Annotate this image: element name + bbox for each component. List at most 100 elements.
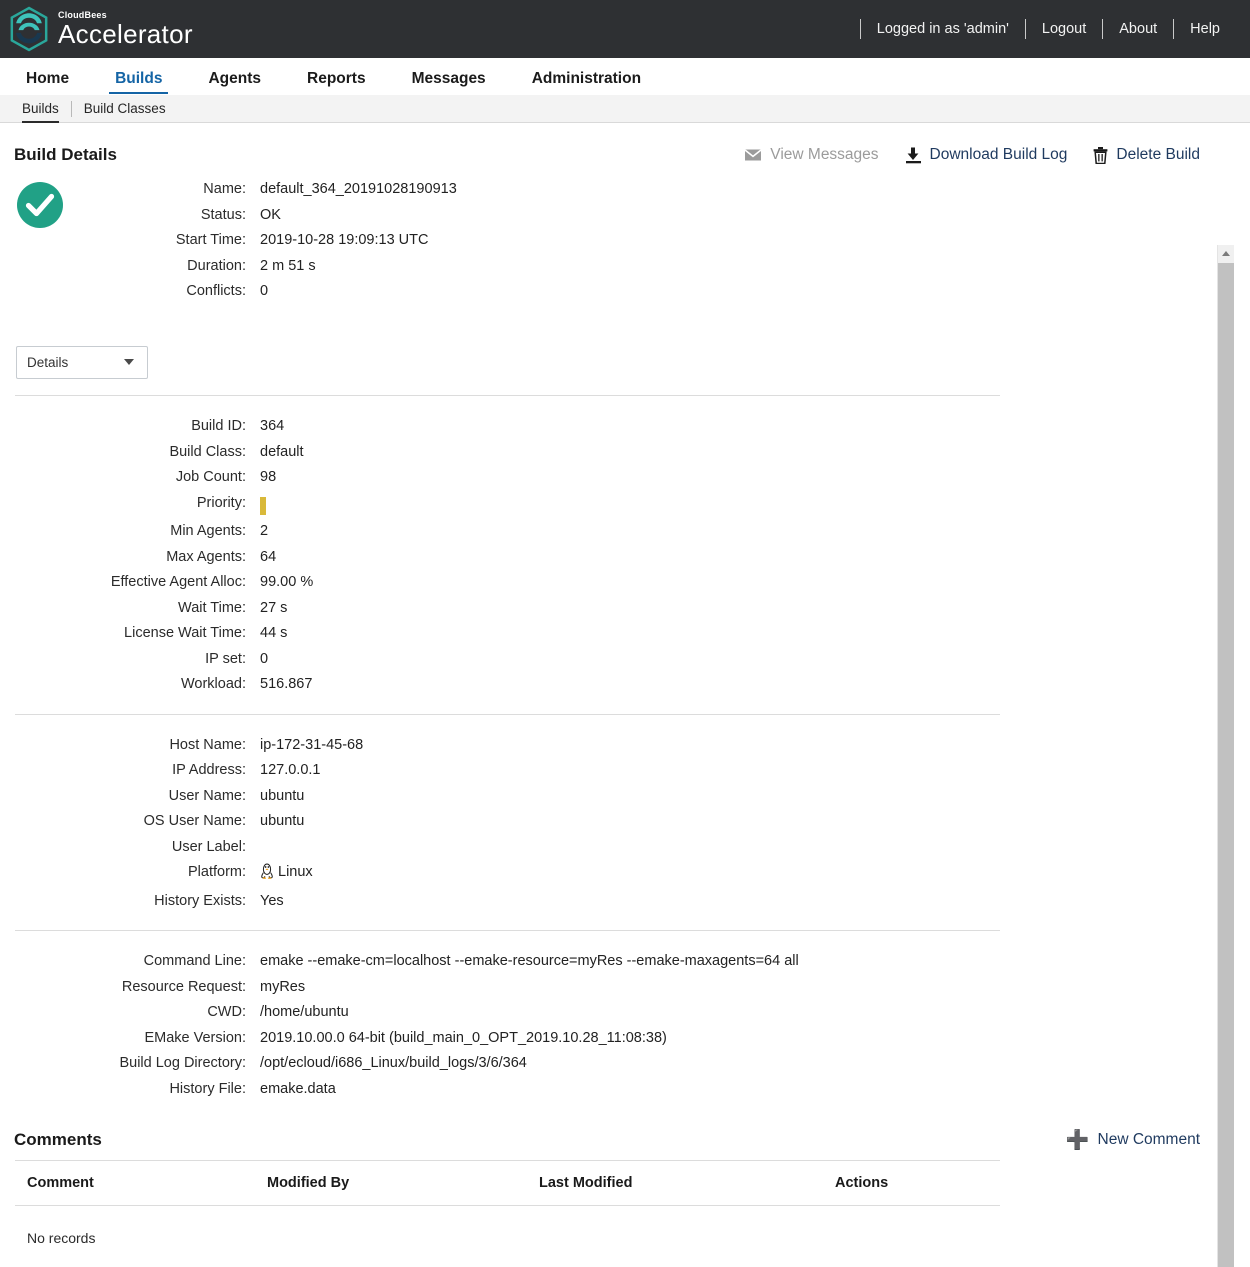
field-value-wait-time: 27 s	[260, 599, 288, 616]
field-value-job-count: 98	[260, 469, 277, 485]
field-label: Resource Request:	[121, 978, 246, 995]
field-label: Max Agents:	[166, 548, 246, 565]
field-label: Job Count:	[175, 469, 246, 485]
field-row: License Wait Time: 44 s	[0, 621, 1234, 647]
host-info-section: Host Name: ip-172-31-45-68 IP Address: 1…	[0, 731, 1234, 915]
top-bar-links: Logged in as 'admin' Logout About Help	[859, 0, 1250, 58]
subnav-item-builds[interactable]: Builds	[18, 95, 71, 123]
download-build-log-button[interactable]: Download Build Log	[905, 146, 1067, 164]
column-header-actions: Actions	[823, 1160, 1000, 1206]
field-value-history-exists: Yes	[260, 892, 284, 909]
field-value-priority	[246, 491, 278, 520]
nav-item-reports[interactable]: Reports	[297, 70, 376, 95]
field-row: Effective Agent Alloc: 99.00 %	[0, 570, 1234, 596]
field-value-command-line: emake --emake-cm=localhost --emake-resou…	[260, 953, 799, 969]
field-value-name: default_364_20191028190913	[260, 181, 457, 197]
field-value-build-log-directory: /opt/ecloud/i686_Linux/build_logs/3/6/36…	[260, 1055, 527, 1071]
field-value-build-class: default	[260, 443, 304, 460]
logout-link[interactable]: Logout	[1026, 21, 1102, 37]
field-row: History Exists: Yes	[0, 889, 1234, 915]
column-header-last-modified[interactable]: Last Modified	[527, 1160, 823, 1206]
field-label: User Name:	[168, 787, 246, 804]
field-row: Build Log Directory: /opt/ecloud/i686_Li…	[0, 1051, 1234, 1077]
main-navigation: Home Builds Agents Reports Messages Admi…	[0, 58, 1250, 95]
field-label: Workload:	[180, 676, 246, 692]
nav-item-messages[interactable]: Messages	[402, 70, 496, 95]
field-value-status: OK	[260, 206, 281, 223]
trash-icon	[1093, 146, 1108, 164]
brand-title: Accelerator	[58, 19, 193, 49]
field-label: History Exists:	[154, 892, 246, 909]
field-value-workload: 516.867	[260, 676, 313, 692]
field-value-license-wait-time: 44 s	[260, 625, 288, 641]
field-label: Priority:	[196, 494, 246, 511]
sub-navigation: Builds Build Classes	[0, 95, 1250, 123]
field-label: Min Agents:	[170, 523, 246, 539]
view-mode-select[interactable]: Details	[16, 346, 148, 379]
field-value-ip-address: 127.0.0.1	[260, 762, 321, 778]
scrollbar-thumb[interactable]	[1218, 263, 1234, 1267]
field-value-resource-request: myRes	[260, 978, 306, 995]
field-value-os-user-name: ubuntu	[260, 813, 305, 829]
brand: CloudBees Accelerator	[0, 6, 193, 52]
table-header-row: Comment Modified By Last Modified Action…	[15, 1160, 1000, 1206]
field-label: EMake Version:	[144, 1029, 246, 1046]
comments-title: Comments	[14, 1130, 102, 1149]
field-label: Start Time:	[175, 232, 246, 248]
field-value-user-label	[246, 835, 260, 861]
field-row: Conflicts: 0	[0, 279, 457, 305]
comments-header: Comments ➕ New Comment	[0, 1102, 1234, 1150]
field-row: Host Name: ip-172-31-45-68	[0, 733, 1234, 759]
nav-item-agents[interactable]: Agents	[198, 70, 271, 95]
nav-item-administration[interactable]: Administration	[522, 70, 651, 95]
field-value-ip-set: 0	[260, 650, 269, 667]
top-bar: CloudBees Accelerator Logged in as 'admi…	[0, 0, 1250, 58]
field-value-user-name: ubuntu	[260, 787, 305, 804]
field-row: Command Line: emake --emake-cm=localhost…	[0, 949, 1234, 975]
field-row: User Name: ubuntu	[0, 784, 1234, 810]
field-value-duration: 2 m 51 s	[260, 257, 316, 274]
nav-item-builds[interactable]: Builds	[105, 70, 172, 95]
field-value-host-name: ip-172-31-45-68	[260, 736, 364, 753]
field-value-history-file: emake.data	[260, 1080, 336, 1097]
column-header-modified-by[interactable]: Modified By	[255, 1160, 527, 1206]
field-label: Conflicts:	[186, 283, 246, 299]
field-row: IP Address: 127.0.0.1	[0, 758, 1234, 784]
new-comment-label: New Comment	[1097, 1131, 1201, 1148]
field-value-emake-version: 2019.10.00.0 64-bit (build_main_0_OPT_20…	[260, 1029, 667, 1046]
column-header-comment[interactable]: Comment	[15, 1160, 255, 1206]
linux-penguin-icon	[260, 862, 274, 889]
field-row: OS User Name: ubuntu	[0, 809, 1234, 835]
nav-item-home[interactable]: Home	[16, 70, 79, 95]
build-info-section: Build ID: 364 Build Class: default Job C…	[0, 412, 1234, 698]
download-icon	[905, 147, 922, 164]
field-label: Host Name:	[169, 736, 246, 753]
field-row: EMake Version: 2019.10.00.0 64-bit (buil…	[0, 1026, 1234, 1052]
field-label: Status:	[200, 206, 246, 223]
delete-build-label: Delete Build	[1116, 146, 1200, 163]
field-label: Duration:	[187, 257, 246, 274]
help-link[interactable]: Help	[1174, 21, 1236, 37]
field-row: CWD: /home/ubuntu	[0, 1000, 1234, 1026]
scroll-up-button[interactable]	[1218, 245, 1234, 262]
field-label: IP Address:	[172, 762, 246, 778]
field-label: IP set:	[205, 650, 246, 667]
section-divider	[15, 395, 1000, 396]
subnav-item-build-classes[interactable]: Build Classes	[72, 95, 178, 123]
view-messages-button[interactable]: View Messages	[744, 146, 879, 164]
field-label: Wait Time:	[178, 599, 246, 616]
about-link[interactable]: About	[1103, 21, 1173, 37]
field-row: Max Agents: 64	[0, 545, 1234, 571]
new-comment-button[interactable]: ➕ New Comment	[1066, 1131, 1200, 1150]
vertical-scrollbar[interactable]	[1217, 245, 1234, 1267]
field-value-max-agents: 64	[260, 548, 277, 565]
section-divider	[15, 930, 1000, 931]
delete-build-button[interactable]: Delete Build	[1093, 146, 1200, 164]
main-content: Build Details View Messages Download Bui…	[0, 123, 1234, 1267]
field-label: Command Line:	[143, 953, 246, 969]
no-records-text: No records	[27, 1230, 96, 1246]
field-label: OS User Name:	[143, 813, 246, 829]
field-row: Build ID: 364	[0, 414, 1234, 440]
table-empty-row: No records	[15, 1206, 1000, 1257]
section-divider	[15, 713, 1000, 715]
